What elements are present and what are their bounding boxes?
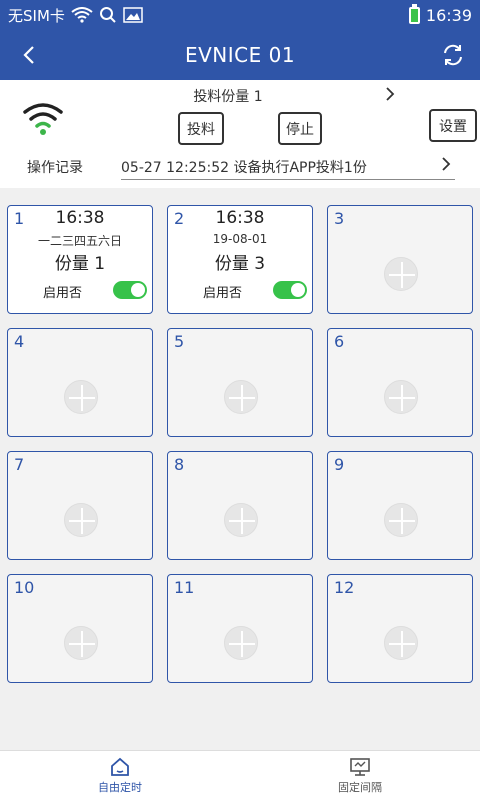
slot-number: 11 bbox=[174, 578, 195, 597]
feed-button[interactable]: 投料 bbox=[178, 112, 224, 145]
home-icon bbox=[111, 757, 129, 776]
schedule-slot[interactable]: 9 bbox=[327, 451, 473, 560]
enable-label: 启用否 bbox=[43, 286, 83, 301]
schedule-slot[interactable]: 5 bbox=[167, 328, 313, 437]
schedule-slot[interactable]: 2 16:38 19-08-01 份量 3 启用否 bbox=[167, 205, 313, 314]
slot-amount: 份量 1 bbox=[54, 254, 106, 274]
control-panel: 投料份量 1 投料 停止 设置 操作记录 05-27 12:25:52 设备执行… bbox=[0, 80, 480, 188]
page-title: EVNICE 01 bbox=[184, 43, 296, 67]
add-icon[interactable] bbox=[224, 626, 258, 660]
slot-number: 8 bbox=[174, 455, 185, 474]
add-icon[interactable] bbox=[64, 380, 98, 414]
add-icon[interactable] bbox=[224, 380, 258, 414]
add-icon[interactable] bbox=[224, 503, 258, 537]
nav-label: 固定间隔 bbox=[338, 780, 382, 794]
slot-number: 10 bbox=[14, 578, 35, 597]
slot-number: 6 bbox=[334, 332, 345, 351]
schedule-slot[interactable]: 7 bbox=[7, 451, 153, 560]
nav-item-fixed-interval[interactable]: 固定间隔 bbox=[240, 751, 480, 800]
schedule-slot[interactable]: 4 bbox=[7, 328, 153, 437]
add-icon[interactable] bbox=[384, 626, 418, 660]
chevron-right-icon[interactable] bbox=[385, 86, 395, 106]
slot-days: 19-08-01 bbox=[212, 232, 268, 246]
refresh-button[interactable] bbox=[438, 40, 468, 70]
monitor-icon bbox=[350, 757, 370, 776]
schedule-slot[interactable]: 11 bbox=[167, 574, 313, 683]
schedule-grid: 1 16:38 一二三四五六日 份量 1 启用否 2 16:38 19-08-01 份量 3 启用… bbox=[7, 205, 473, 683]
schedule-slot[interactable]: 3 bbox=[327, 205, 473, 314]
log-chevron-right-icon[interactable] bbox=[441, 156, 451, 176]
battery-icon bbox=[408, 3, 420, 24]
feed-amount-title[interactable]: 投料份量 1 bbox=[0, 86, 480, 106]
slot-amount: 份量 3 bbox=[214, 254, 266, 274]
add-icon[interactable] bbox=[384, 380, 418, 414]
add-icon[interactable] bbox=[64, 626, 98, 660]
back-button[interactable] bbox=[14, 40, 44, 70]
carrier-text: 无SIM卡 bbox=[8, 6, 65, 25]
add-icon[interactable] bbox=[384, 503, 418, 537]
slot-number: 4 bbox=[14, 332, 25, 351]
schedule-slot[interactable]: 12 bbox=[327, 574, 473, 683]
wifi-status-icon bbox=[71, 7, 93, 23]
add-icon[interactable] bbox=[64, 503, 98, 537]
settings-button[interactable]: 设置 bbox=[429, 109, 477, 142]
image-icon bbox=[123, 7, 143, 23]
slot-days: 一二三四五六日 bbox=[37, 234, 122, 248]
nav-label: 自由定时 bbox=[98, 780, 142, 794]
refresh-icon bbox=[444, 44, 462, 66]
search-icon bbox=[99, 7, 116, 23]
slot-number: 5 bbox=[174, 332, 185, 351]
schedule-slot[interactable]: 1 16:38 一二三四五六日 份量 1 启用否 bbox=[7, 205, 153, 314]
chevron-left-icon bbox=[23, 46, 34, 64]
clock-text: 16:39 bbox=[425, 5, 472, 25]
status-bar: 无SIM卡 16:39 bbox=[0, 0, 480, 30]
log-label: 操作记录 bbox=[27, 160, 83, 176]
slot-time: 16:38 bbox=[215, 208, 265, 228]
slot-number: 9 bbox=[334, 455, 345, 474]
schedule-slot[interactable]: 10 bbox=[7, 574, 153, 683]
slot-number: 12 bbox=[334, 578, 355, 597]
schedule-slot[interactable]: 8 bbox=[167, 451, 313, 560]
schedule-slot[interactable]: 6 bbox=[327, 328, 473, 437]
bottom-nav: 自由定时 固定间隔 bbox=[0, 750, 480, 800]
enable-toggle[interactable] bbox=[113, 281, 147, 299]
slot-time: 16:38 bbox=[55, 208, 105, 228]
add-icon[interactable] bbox=[384, 257, 418, 291]
title-bar: EVNICE 01 bbox=[0, 30, 480, 80]
enable-label: 启用否 bbox=[203, 286, 243, 301]
enable-toggle[interactable] bbox=[273, 281, 307, 299]
log-text[interactable]: 05-27 12:25:52 设备执行APP投料1份 bbox=[121, 157, 455, 180]
nav-item-free-timing[interactable]: 自由定时 bbox=[0, 751, 240, 800]
slot-number: 3 bbox=[334, 209, 345, 228]
stop-button[interactable]: 停止 bbox=[278, 112, 322, 145]
slot-number: 7 bbox=[14, 455, 25, 474]
